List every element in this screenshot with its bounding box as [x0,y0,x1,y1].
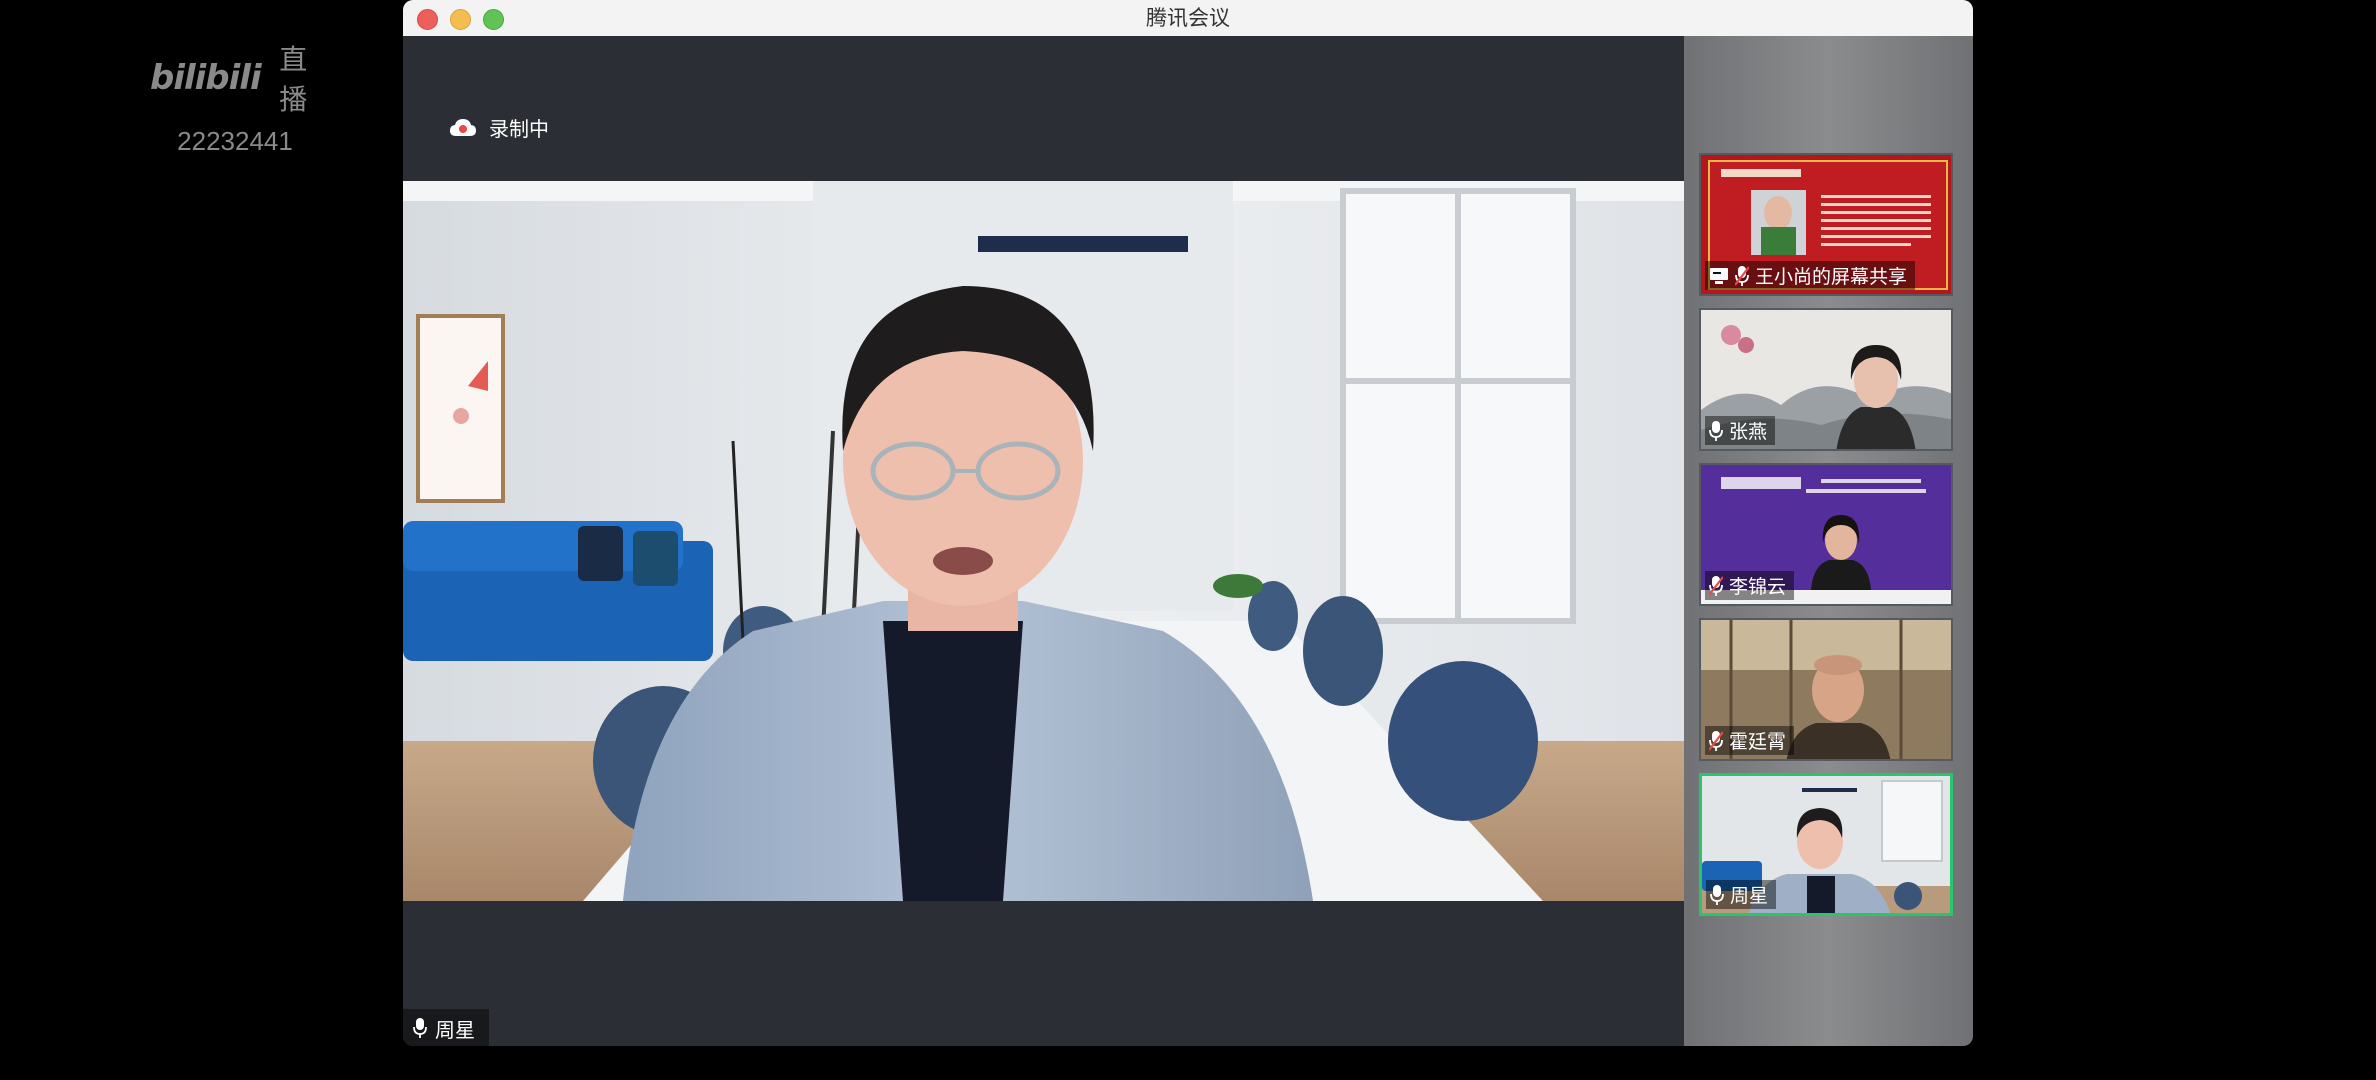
meeting-window: 腾讯会议 录制中 周星 王小尚的屏幕共享 张燕 李锦云 霍廷霄 周星 [403,0,1973,1046]
microphone-icon [1709,420,1723,441]
participant-name: 李锦云 [1729,576,1787,598]
participant-name: 霍廷霄 [1729,731,1787,753]
recording-indicator: 录制中 [449,113,549,142]
participant-tile-active-speaker[interactable]: 周星 [1699,773,1953,916]
microphone-icon [413,1018,427,1038]
recording-label: 录制中 [489,117,549,141]
participant-label: 李锦云 [1705,571,1795,600]
screen-share-icon [1710,267,1728,284]
window-title: 腾讯会议 [1146,6,1230,30]
microphone-muted-icon [1709,730,1723,751]
participant-name: 周星 [1730,885,1769,907]
participant-label: 张燕 [1705,416,1776,445]
participant-tile[interactable]: 李锦云 [1699,463,1953,606]
title-bar: 腾讯会议 [403,0,1973,37]
bilibili-live-watermark: bilibili 直播 22232441 [150,38,320,157]
participant-name: 王小尚的屏幕共享 [1755,266,1908,288]
participant-label: 王小尚的屏幕共享 [1705,261,1916,290]
microphone-muted-icon [1709,575,1723,596]
participant-name: 张燕 [1729,421,1768,443]
participant-tile[interactable]: 张燕 [1699,308,1953,451]
participant-label: 霍廷霄 [1705,726,1795,755]
main-speaker-name: 周星 [435,1017,475,1042]
main-speaker-name-tag: 周星 [403,1009,489,1046]
bilibili-logo: bilibili 直播 [150,38,320,118]
live-label: 直播 [279,43,308,116]
participant-tile[interactable]: 霍廷霄 [1699,618,1953,761]
room-id: 22232441 [177,126,293,156]
main-video-frame [403,181,1684,901]
cloud-record-icon [450,118,476,136]
microphone-muted-icon [1735,265,1749,286]
main-video-area[interactable]: 录制中 周星 [403,36,1684,1046]
microphone-icon [1710,884,1724,905]
participant-label: 周星 [1706,880,1777,909]
participant-tile-screen-share[interactable]: 王小尚的屏幕共享 [1699,153,1953,296]
bilibili-logo-text: bilibili [150,58,262,98]
participant-gallery: 王小尚的屏幕共享 张燕 李锦云 霍廷霄 周星 [1684,36,1973,1046]
main-speaker-video[interactable] [403,181,1684,901]
